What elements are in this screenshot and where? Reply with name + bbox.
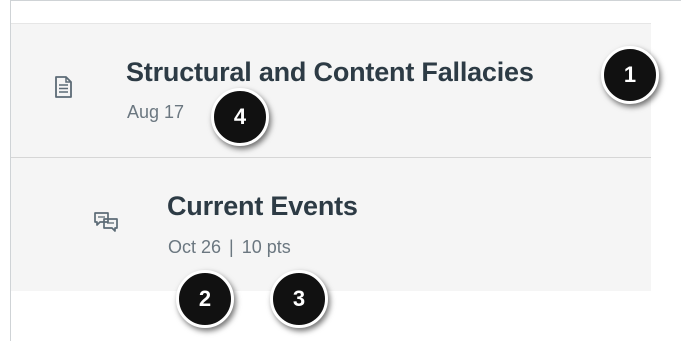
callout-marker-1: 1 xyxy=(601,46,659,104)
module-item-row[interactable]: Structural and Content Fallacies Aug 17 xyxy=(11,23,651,158)
panel-bottom xyxy=(11,291,651,341)
module-item-meta: Oct 26 | 10 pts xyxy=(168,237,291,258)
due-date: Oct 26 xyxy=(168,237,222,257)
module-item-title-link[interactable]: Current Events xyxy=(167,191,358,222)
points-value: 10 pts xyxy=(241,237,291,257)
module-item-title-link[interactable]: Structural and Content Fallacies xyxy=(126,57,534,88)
discussion-icon xyxy=(92,209,118,235)
meta-separator: | xyxy=(229,237,234,257)
callout-marker-3: 3 xyxy=(270,270,328,328)
due-date: Aug 17 xyxy=(127,102,185,122)
module-item-meta: Aug 17 xyxy=(127,102,184,123)
callout-marker-2: 2 xyxy=(176,270,234,328)
callout-marker-4: 4 xyxy=(211,88,269,146)
document-icon xyxy=(50,74,76,100)
module-items-panel: Structural and Content Fallacies Aug 17 … xyxy=(10,0,681,341)
module-item-row[interactable]: Current Events Oct 26 | 10 pts xyxy=(11,158,651,291)
